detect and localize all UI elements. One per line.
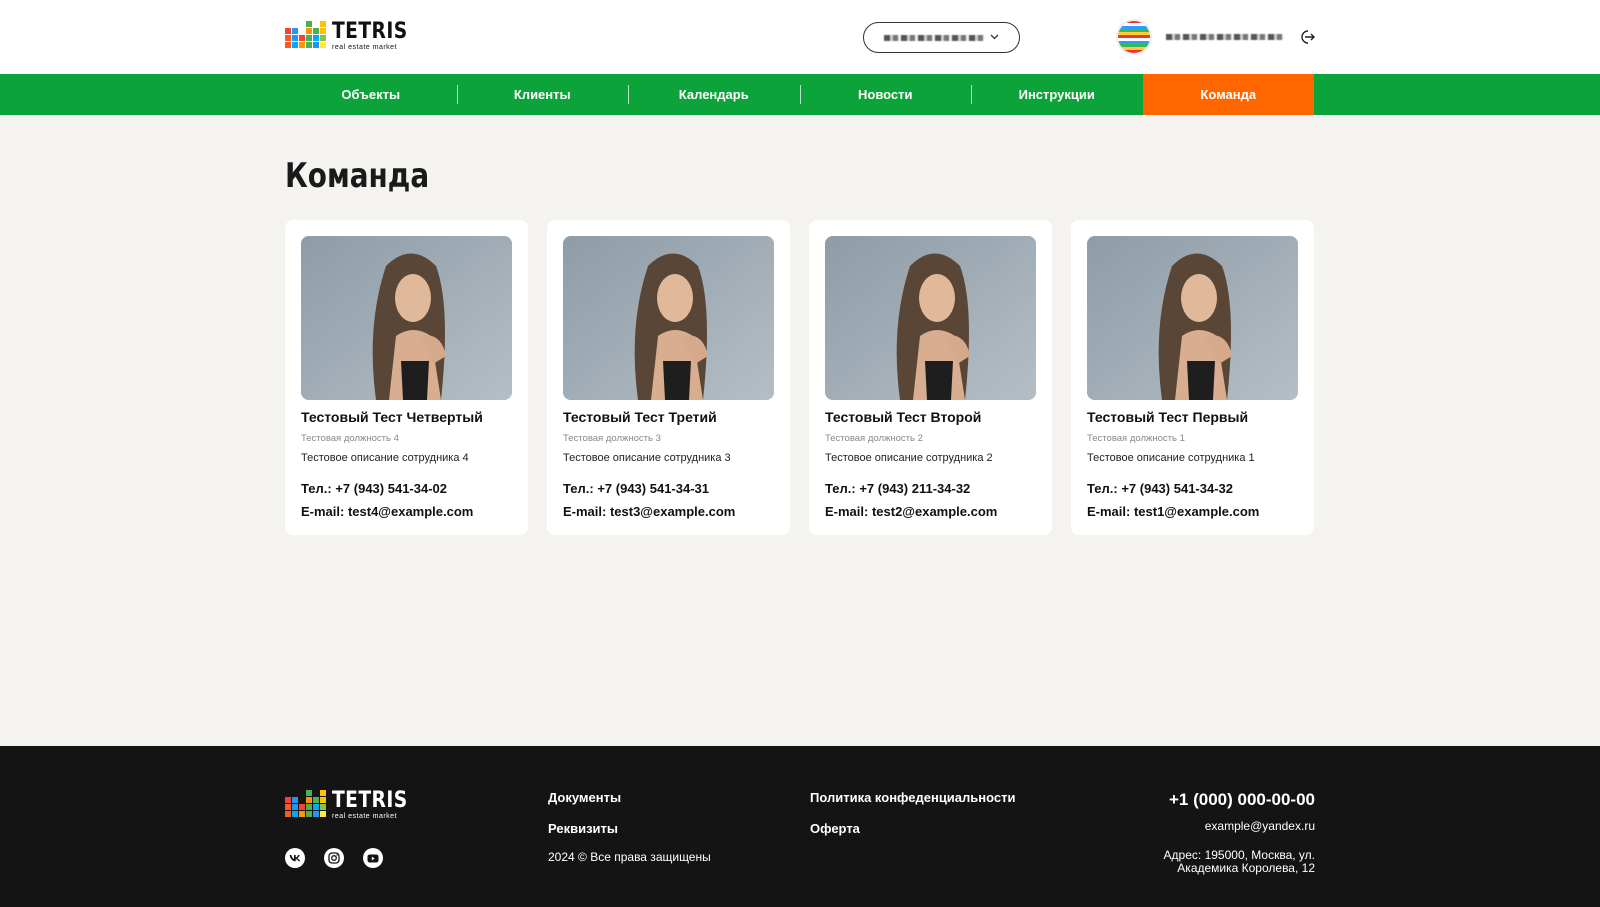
employee-email[interactable]: E-mail: test2@example.com	[825, 504, 997, 519]
header: TETRIS real estate market	[0, 0, 1600, 74]
nav-item-team[interactable]: Команда	[1142, 74, 1314, 115]
employee-position: Тестовая должность 1	[1087, 433, 1185, 444]
logout-icon[interactable]	[1298, 28, 1316, 46]
employee-description: Тестовое описание сотрудника 3	[563, 452, 731, 464]
nav-item-news[interactable]: Новости	[799, 74, 972, 115]
user-name	[1166, 34, 1284, 40]
employee-phone[interactable]: Тел.: +7 (943) 211-34-32	[825, 481, 970, 496]
team-card: Тестовый Тест Третий Тестовая должность …	[547, 220, 790, 535]
employee-position: Тестовая должность 4	[301, 433, 399, 444]
footer-link-documents[interactable]: Документы	[548, 790, 621, 805]
employee-description: Тестовое описание сотрудника 2	[825, 452, 993, 464]
logo-tagline: real estate market	[332, 813, 398, 820]
page-title: Команда	[285, 156, 430, 196]
employee-position: Тестовая должность 2	[825, 433, 923, 444]
nav-item-calendar[interactable]: Календарь	[628, 74, 800, 115]
employee-phone[interactable]: Тел.: +7 (943) 541-34-31	[563, 481, 709, 496]
social-links	[285, 848, 383, 868]
employee-description: Тестовое описание сотрудника 4	[301, 452, 469, 464]
employee-photo	[825, 236, 1036, 400]
employee-email[interactable]: E-mail: test4@example.com	[301, 504, 473, 519]
employee-description: Тестовое описание сотрудника 1	[1087, 452, 1255, 464]
youtube-icon[interactable]	[363, 848, 383, 868]
nav-item-objects[interactable]: Объекты	[285, 74, 457, 115]
employee-photo	[1087, 236, 1298, 400]
copyright: 2024 © Все права защищены	[548, 850, 711, 864]
employee-photo	[301, 236, 512, 400]
footer-phone[interactable]: +1 (000) 000-00-00	[1169, 790, 1315, 810]
nav-item-instructions[interactable]: Инструкции	[971, 74, 1143, 115]
employee-name: Тестовый Тест Четвертый	[301, 409, 483, 425]
footer-link-privacy[interactable]: Политика конфеденциальности	[810, 790, 1016, 805]
team-card: Тестовый Тест Четвертый Тестовая должнос…	[285, 220, 528, 535]
logo-mark-icon	[285, 790, 326, 817]
footer-link-requisites[interactable]: Реквизиты	[548, 821, 618, 836]
logo-mark-icon	[285, 21, 326, 48]
vk-icon[interactable]	[285, 848, 305, 868]
team-cards: Тестовый Тест Четвертый Тестовая должнос…	[285, 220, 1315, 535]
employee-email[interactable]: E-mail: test1@example.com	[1087, 504, 1259, 519]
employee-phone[interactable]: Тел.: +7 (943) 541-34-32	[1087, 481, 1233, 496]
employee-position: Тестовая должность 3	[563, 433, 661, 444]
city-select[interactable]	[863, 22, 1020, 53]
logo-tagline: real estate market	[332, 44, 398, 51]
team-card: Тестовый Тест Второй Тестовая должность …	[809, 220, 1052, 535]
avatar[interactable]	[1118, 21, 1150, 53]
user-profile[interactable]	[1118, 21, 1284, 53]
instagram-icon[interactable]	[324, 848, 344, 868]
employee-phone[interactable]: Тел.: +7 (943) 541-34-02	[301, 481, 447, 496]
employee-photo	[563, 236, 774, 400]
employee-name: Тестовый Тест Первый	[1087, 409, 1249, 425]
footer-address: Адрес: 195000, Москва, ул. Академика Кор…	[1115, 849, 1315, 875]
footer-link-offer[interactable]: Оферта	[810, 821, 860, 836]
logo-wordmark: TETRIS	[332, 788, 408, 813]
footer-email[interactable]: example@yandex.ru	[1205, 819, 1315, 833]
employee-name: Тестовый Тест Второй	[825, 409, 982, 425]
nav-item-clients[interactable]: Клиенты	[456, 74, 629, 115]
employee-name: Тестовый Тест Третий	[563, 409, 717, 425]
chevron-down-icon	[990, 32, 999, 43]
logo[interactable]: TETRIS real estate market	[285, 21, 421, 51]
employee-email[interactable]: E-mail: test3@example.com	[563, 504, 735, 519]
footer: TETRIS real estate market Документы Рекв…	[0, 746, 1600, 907]
footer-logo[interactable]: TETRIS real estate market	[285, 790, 421, 820]
address-line: Академика Королева, 12	[1177, 861, 1315, 875]
main-nav: Объекты Клиенты Календарь Новости Инстру…	[0, 74, 1600, 115]
logo-wordmark: TETRIS	[332, 19, 408, 44]
team-card: Тестовый Тест Первый Тестовая должность …	[1071, 220, 1314, 535]
city-select-value	[884, 34, 984, 41]
